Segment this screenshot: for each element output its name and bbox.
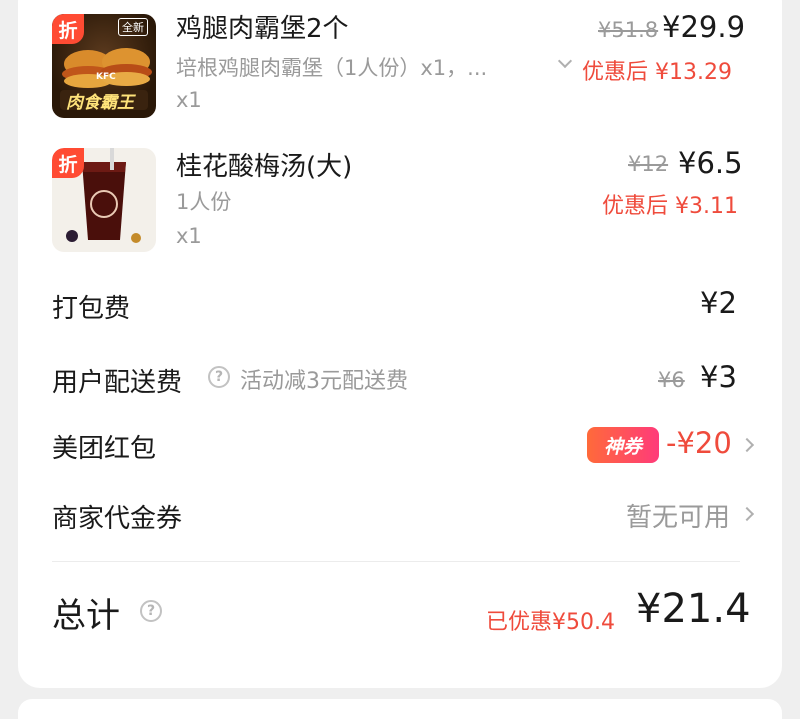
item-price: ¥29.9 [662, 10, 746, 44]
item-original-price: ¥12 [628, 152, 669, 176]
item-name[interactable]: 鸡腿肉霸堡2个 [176, 8, 349, 45]
item-image-burger[interactable]: 折 全新 KFC 肉食霸王 [52, 14, 156, 118]
help-icon[interactable]: ? [140, 600, 162, 622]
shenquan-tag[interactable]: 神券 [587, 427, 659, 463]
discount-badge: 折 [52, 148, 84, 178]
voucher-status[interactable]: 暂无可用 [626, 497, 730, 534]
burger-new-tag: 全新 [118, 18, 148, 36]
burger-brand-text: KFC [96, 72, 116, 82]
packing-fee-label: 打包费 [52, 294, 131, 324]
item-price: ¥6.5 [678, 146, 743, 180]
item-image-drink[interactable]: 折 [52, 148, 156, 252]
divider [52, 561, 740, 562]
total-label: 总计 [52, 596, 120, 636]
packing-fee-price: ¥2 [700, 286, 737, 320]
total-saved: 已优惠¥50.4 [486, 610, 615, 635]
help-icon[interactable]: ? [208, 366, 230, 388]
next-card-edge [18, 699, 782, 719]
item-spec: 培根鸡腿肉霸堡（1人份）x1，... [176, 56, 488, 80]
item-quantity: x1 [176, 224, 202, 248]
redpacket-amount[interactable]: -¥20 [666, 426, 732, 460]
burger-title-text: 肉食霸王 [66, 93, 134, 113]
item-name[interactable]: 桂花酸梅汤(大) [176, 146, 352, 183]
total-amount: ¥21.4 [636, 586, 751, 632]
item-spec: 1人份 [176, 190, 232, 214]
item-original-price: ¥51.8 [598, 18, 659, 42]
item-discounted-price: 优惠后 ¥3.11 [602, 194, 738, 219]
redpacket-label: 美团红包 [52, 434, 157, 464]
delivery-fee-label: 用户配送费 [52, 368, 183, 398]
delivery-fee-note: 活动减3元配送费 [240, 369, 408, 394]
item-quantity: x1 [176, 88, 202, 112]
delivery-fee-original: ¥6 [658, 368, 685, 392]
voucher-label: 商家代金券 [52, 504, 183, 534]
discount-badge: 折 [52, 14, 84, 44]
item-discounted-price: 优惠后 ¥13.29 [582, 60, 732, 85]
delivery-fee-price: ¥3 [700, 360, 737, 394]
